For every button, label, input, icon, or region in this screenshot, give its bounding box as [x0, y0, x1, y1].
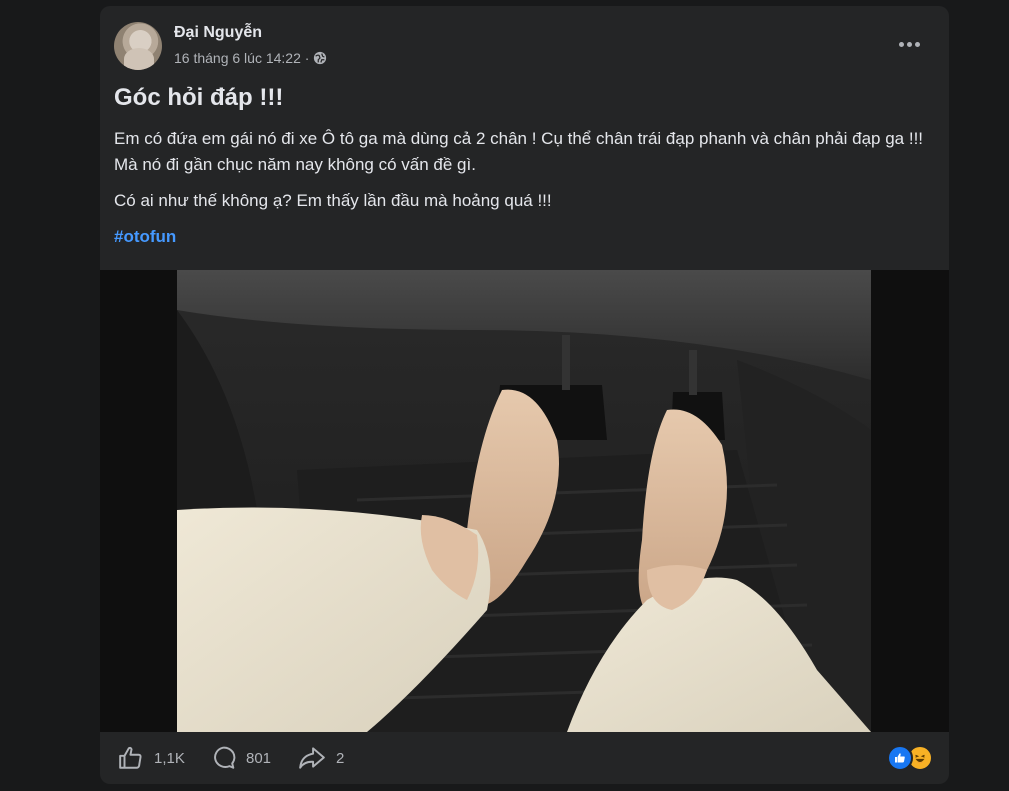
share-button[interactable]: 2 [298, 745, 344, 771]
more-options-icon[interactable] [891, 34, 927, 54]
post-header: Đại Nguyễn 16 tháng 6 lúc 14:22 · [114, 20, 935, 70]
comment-icon [214, 746, 236, 769]
author-name[interactable]: Đại Nguyễn [174, 24, 262, 42]
like-reaction-icon [887, 745, 913, 771]
post-card: Đại Nguyễn 16 tháng 6 lúc 14:22 · Góc hỏ… [100, 6, 949, 784]
timestamp[interactable]: 16 tháng 6 lúc 14:22 · [174, 50, 309, 66]
post-image[interactable] [177, 270, 871, 732]
post-footer: 1,1K 801 2 [100, 732, 949, 784]
post-body: Em có đứa em gái nó đi xe Ô tô ga mà dùn… [114, 126, 934, 250]
avatar[interactable] [114, 22, 162, 70]
like-icon [119, 746, 142, 769]
globe-icon [314, 51, 327, 65]
post-meta: 16 tháng 6 lúc 14:22 · [174, 50, 327, 66]
post-paragraph: Em có đứa em gái nó đi xe Ô tô ga mà dùn… [114, 129, 924, 174]
share-count: 2 [336, 749, 345, 767]
like-count: 1,1K [154, 749, 185, 767]
comment-button[interactable]: 801 [210, 745, 271, 771]
comment-count: 801 [246, 749, 272, 767]
share-icon [299, 747, 325, 769]
post-title: Góc hỏi đáp !!! [114, 84, 284, 111]
post-paragraph: Có ai như thế không ạ? Em thấy lần đầu m… [114, 191, 552, 210]
post-image-container[interactable] [100, 270, 949, 732]
hashtag-link[interactable]: #otofun [114, 227, 176, 246]
like-button[interactable]: 1,1K [118, 745, 185, 771]
reactions-summary[interactable] [887, 745, 933, 771]
